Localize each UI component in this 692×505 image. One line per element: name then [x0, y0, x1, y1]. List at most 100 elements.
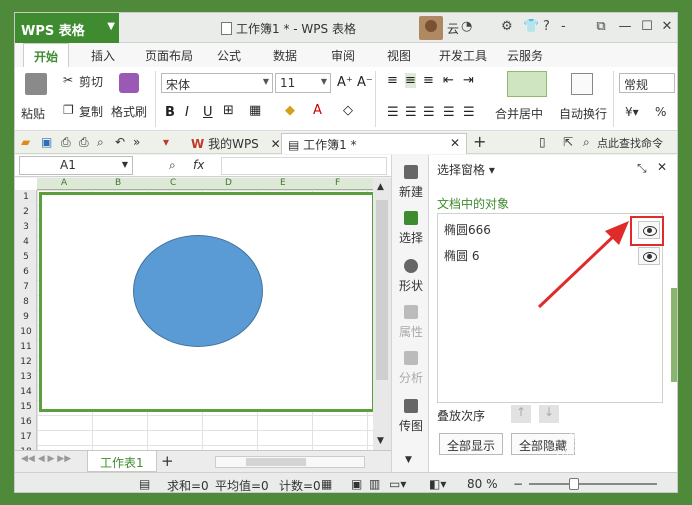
tab-page-layout[interactable]: 页面布局 — [145, 47, 193, 64]
row-header[interactable]: 4 — [15, 237, 37, 248]
zoom-lens-icon[interactable]: ⌕ — [169, 158, 176, 173]
tab-insert[interactable]: 插入 — [91, 47, 115, 64]
currency-icon[interactable]: ¥▾ — [625, 105, 639, 119]
column-header[interactable]: D — [225, 178, 232, 188]
strip-property-button[interactable]: 属性 — [392, 305, 430, 340]
bring-forward-icon[interactable]: ↑ — [511, 405, 531, 423]
align-right-icon[interactable]: ☰ — [423, 105, 435, 120]
horizontal-scrollbar[interactable] — [215, 456, 365, 468]
row-header[interactable]: 13 — [15, 372, 37, 383]
clear-format-icon[interactable]: ◇ — [343, 103, 353, 118]
visibility-eye-icon[interactable] — [638, 247, 660, 265]
row-header[interactable]: 17 — [15, 432, 37, 443]
settings-icon[interactable]: ⚙ — [501, 19, 513, 34]
tab-cloud[interactable]: 云服务 — [507, 47, 543, 64]
row-header[interactable]: 16 — [15, 417, 37, 428]
row-header[interactable]: 7 — [15, 282, 37, 293]
wrap-text-icon[interactable] — [571, 73, 593, 95]
underline-icon[interactable]: U — [203, 105, 213, 120]
row-header[interactable]: 14 — [15, 387, 37, 398]
strip-new-button[interactable]: 新建 — [392, 165, 430, 200]
close-icon[interactable]: ✕ — [271, 137, 281, 151]
redo-icon[interactable]: » — [133, 135, 140, 149]
ellipse-shape[interactable] — [133, 235, 263, 347]
scroll-up-icon[interactable]: ▲ — [377, 182, 384, 192]
minimize-ribbon-icon[interactable]: - — [561, 19, 566, 34]
cut-button[interactable]: 剪切 — [79, 73, 103, 90]
wps-logo-menu[interactable]: WPS 表格 ▼ — [15, 13, 119, 43]
align-left-icon[interactable]: ☰ — [387, 105, 399, 120]
horizontal-scroll-thumb[interactable] — [246, 458, 306, 466]
row-header[interactable]: 2 — [15, 207, 37, 218]
paste-icon[interactable] — [25, 73, 47, 95]
row-header[interactable]: 9 — [15, 312, 37, 323]
pane-edge-handle[interactable] — [671, 288, 677, 382]
name-box[interactable]: A1 ▼ — [19, 156, 133, 175]
font-size-select[interactable]: 11 ▼ — [275, 73, 331, 93]
column-header[interactable]: B — [115, 178, 121, 188]
copy-icon[interactable]: ❐ — [63, 103, 74, 117]
preview-icon[interactable]: ⌕ — [97, 135, 104, 150]
sheet-tab-1[interactable]: 工作表1 — [87, 451, 157, 472]
zoom-slider-knob[interactable] — [569, 478, 579, 490]
strip-shape-button[interactable]: 形状 — [392, 259, 430, 294]
close-pane-icon[interactable]: ✕ — [657, 160, 667, 174]
open-icon[interactable]: ▰ — [21, 135, 30, 149]
column-header[interactable]: E — [280, 178, 286, 188]
close-icon[interactable]: ✕ — [450, 136, 460, 150]
strip-select-button[interactable]: 选择 — [392, 211, 430, 246]
avatar[interactable] — [419, 16, 443, 40]
row-header[interactable]: 10 — [15, 327, 37, 338]
distributed-icon[interactable]: ☰ — [463, 105, 475, 120]
indent-decrease-icon[interactable]: ⇤ — [443, 73, 454, 88]
reading-view-icon[interactable]: ▭▾ — [389, 477, 406, 491]
share-icon[interactable]: ⇱ — [563, 135, 573, 149]
skin-icon[interactable]: 👕 — [523, 19, 539, 34]
tab-view[interactable]: 视图 — [387, 47, 411, 64]
row-header[interactable]: 8 — [15, 297, 37, 308]
insert-function-button[interactable]: fx — [193, 158, 204, 172]
percent-button[interactable]: % — [655, 105, 666, 119]
paste-button[interactable]: 粘贴 — [21, 105, 45, 122]
format-painter-button[interactable]: 格式刷 — [111, 103, 147, 120]
row-header[interactable]: 11 — [15, 342, 37, 353]
clock-icon[interactable]: ◔ — [461, 19, 472, 34]
undo-icon[interactable]: ↶ — [115, 135, 125, 149]
number-format-select[interactable]: 常规 — [619, 73, 675, 93]
normal-view-icon[interactable]: ▦ — [321, 477, 332, 491]
send-backward-icon[interactable]: ↓ — [539, 405, 559, 423]
border-icon[interactable]: ⊞ — [223, 103, 234, 118]
merge-center-button[interactable]: 合并居中 — [495, 105, 543, 122]
italic-icon[interactable]: I — [185, 105, 189, 120]
print-icon[interactable]: ⎙ — [79, 135, 89, 150]
tab-review[interactable]: 审阅 — [331, 47, 355, 64]
tab-home[interactable]: 开始 — [23, 43, 70, 67]
row-header[interactable]: 15 — [15, 402, 37, 413]
shrink-font-icon[interactable]: A⁻ — [357, 75, 373, 90]
tab-formula[interactable]: 公式 — [217, 47, 241, 64]
undock-icon[interactable]: ⤡ — [637, 161, 647, 176]
format-painter-icon[interactable] — [119, 73, 139, 93]
row-header[interactable]: 12 — [15, 357, 37, 368]
column-header[interactable]: A — [61, 178, 67, 188]
font-name-select[interactable]: 宋体 ▼ — [161, 73, 273, 93]
status-sheet-icon[interactable]: ▤ — [139, 477, 150, 491]
sheet-nav-icon[interactable]: ◀◀ ◀ ▶ ▶▶ — [21, 454, 71, 464]
strip-transmit-button[interactable]: 传图 — [392, 399, 430, 434]
tab-workbook[interactable]: ▤ 工作簿1 * ✕ — [281, 133, 467, 154]
maximize-button[interactable]: ☐ — [637, 17, 657, 37]
command-search[interactable]: 点此查找命令 — [597, 135, 663, 151]
eye-protect-icon[interactable]: ◧▾ — [429, 477, 446, 491]
page-break-icon[interactable]: ▥ — [369, 477, 380, 491]
vertical-scrollbar[interactable]: ▲ ▼ — [373, 178, 391, 450]
row-header[interactable]: 6 — [15, 267, 37, 278]
merge-center-icon[interactable] — [507, 71, 547, 97]
font-color-icon[interactable]: A — [313, 103, 322, 118]
bold-icon[interactable]: B — [165, 105, 175, 120]
tab-data[interactable]: 数据 — [273, 47, 297, 64]
show-all-button[interactable]: 全部显示 — [439, 433, 504, 455]
grow-font-icon[interactable]: A⁺ — [337, 75, 353, 90]
zoom-level[interactable]: 80 % — [467, 477, 498, 491]
column-header[interactable]: C — [170, 178, 176, 188]
scroll-thumb[interactable] — [376, 200, 388, 380]
